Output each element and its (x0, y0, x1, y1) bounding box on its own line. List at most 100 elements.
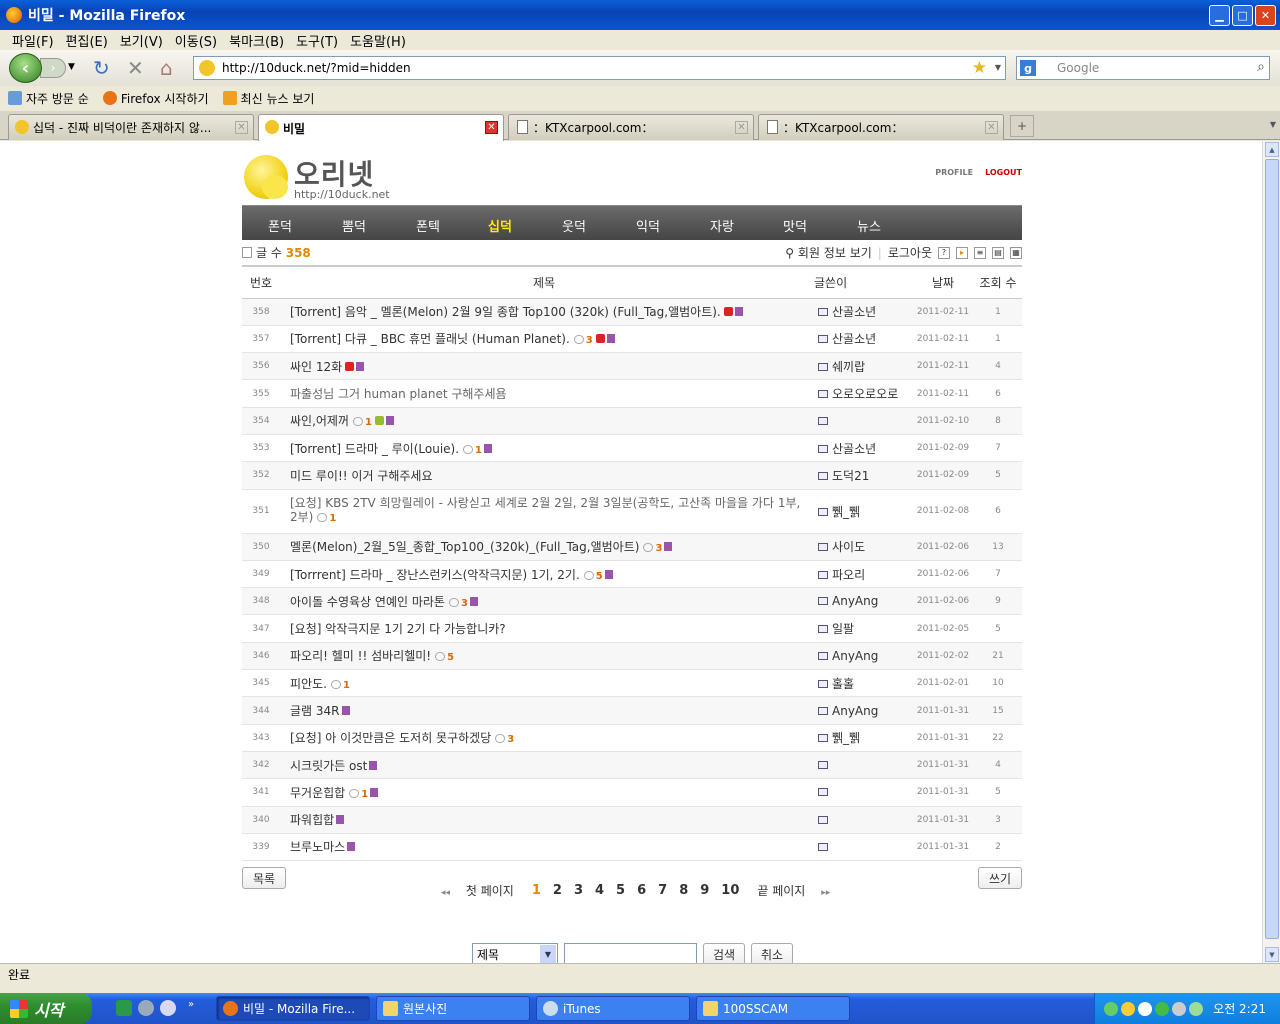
gnb-item-7[interactable]: 자랑 (710, 216, 734, 235)
post-subject-link[interactable]: 싸인,어제꺼 (290, 414, 349, 428)
first-page-link[interactable]: ◂◂ 첫 페이지 (435, 882, 520, 899)
quicklaunch-ie-icon[interactable] (138, 1000, 154, 1016)
table-row[interactable]: 346 파오리! 헬미 !! 섬바리헬미! 5 AnyAng 2011-02-02 21 (242, 642, 1022, 671)
taskbar-item-firefox[interactable]: 비밀 - Mozilla Fire... (216, 996, 370, 1021)
post-subject-link[interactable]: 미드 루이!! 이거 구해주세요 (290, 469, 433, 483)
bookmark-latest-news[interactable]: 최신 뉴스 보기 (222, 90, 314, 107)
list-button[interactable]: 목록 (242, 867, 286, 889)
tab-close-icon[interactable]: ✕ (735, 121, 748, 134)
tray-volume-icon[interactable] (1138, 1001, 1153, 1016)
post-author[interactable]: 산골소년 (832, 442, 876, 456)
table-row[interactable]: 343 [요청] 아 이것만큼은 도저히 못구하겠당 3 쀍_쀍 2011-01-31 2… (242, 724, 1022, 752)
bookmark-getting-started[interactable]: Firefox 시작하기 (102, 90, 209, 107)
taskbar-item-folder-photos[interactable]: 원본사진 (376, 996, 530, 1021)
page-9[interactable]: 9 (700, 883, 709, 898)
gallery-view-icon[interactable]: ▦ (1010, 246, 1022, 259)
logout-kr-link[interactable]: 로그아웃 (888, 244, 932, 261)
post-author[interactable]: 쉐끼랍 (832, 360, 865, 374)
post-author[interactable]: 도덕21 (832, 469, 869, 483)
url-dropdown-icon[interactable]: ▼ (995, 63, 1001, 72)
post-author[interactable]: 산골소년 (832, 305, 876, 319)
url-bar[interactable]: http://10duck.net/?mid=hidden ★ ▼ (193, 56, 1006, 80)
member-info-link[interactable]: ⚲ 회원 정보 보기 (785, 244, 872, 261)
cancel-button[interactable]: 취소 (751, 943, 793, 963)
post-author[interactable]: 쀍_쀍 (832, 505, 860, 519)
taskbar-item-itunes[interactable]: iTunes (536, 996, 690, 1021)
post-author[interactable]: AnyAng (832, 704, 878, 718)
col-number[interactable]: 번호 (242, 265, 280, 299)
table-row[interactable]: 349 [Torrrent] 드라마 _ 장난스런키스(악작극지문) 1기, 2기… (242, 560, 1022, 589)
col-hits[interactable]: 조회 수 (974, 265, 1022, 299)
stop-icon[interactable]: ✕ (127, 56, 144, 80)
post-subject-link[interactable]: 아이돌 수영육상 연예인 마라톤 (290, 595, 445, 609)
post-author[interactable]: 산골소년 (832, 332, 876, 346)
tab-close-icon[interactable]: ✕ (485, 121, 498, 134)
post-subject-link[interactable]: 파워힙합 (290, 813, 334, 827)
tray-app-icon[interactable] (1155, 1001, 1170, 1016)
table-row[interactable]: 354 싸인,어제꺼 1 2011-02-10 8 (242, 407, 1022, 435)
gnb-item-3[interactable]: 폰텍 (416, 216, 440, 235)
menu-file[interactable]: 파일(F) (6, 31, 60, 50)
table-row[interactable]: 348 아이돌 수영육상 연예인 마라톤 3 AnyAng 2011-02-06 9 (242, 587, 1022, 616)
post-subject-link[interactable]: 무거운힙합 (290, 786, 345, 800)
post-author[interactable]: 쀍_쀍 (832, 731, 860, 745)
menu-edit[interactable]: 편집(E) (60, 31, 114, 50)
table-row[interactable]: 347 [요청] 악작극지문 1기 2기 다 가능합니카? 일팔 2011-02-05… (242, 614, 1022, 643)
tab-ktxcarpool-2[interactable]: ：KTXcarpool.com： ✕ (758, 114, 1004, 140)
post-subject-link[interactable]: 싸인 12화 (290, 360, 342, 374)
gnb-item-9[interactable]: 뉴스 (857, 216, 881, 235)
tray-misc-icon[interactable] (1172, 1001, 1187, 1016)
quicklaunch-expand-icon[interactable]: » (188, 999, 194, 1010)
logout-link[interactable]: LOGOUT (985, 168, 1022, 177)
history-dropdown-icon[interactable]: ▼ (68, 62, 75, 72)
last-page-link[interactable]: 끝 페이지 ▸▸ (751, 882, 836, 899)
back-button[interactable]: ‹ (9, 53, 42, 83)
post-subject-link[interactable]: [요청] KBS 2TV 희망릴레이 - 사랑싣고 세계로 2월 2일, 2월 … (290, 496, 800, 524)
start-button[interactable]: 시작 (0, 993, 92, 1024)
maximize-button[interactable]: □ (1232, 5, 1253, 26)
post-subject-link[interactable]: 브루노마스 (290, 840, 345, 854)
menu-bookmarks[interactable]: 북마크(B) (223, 31, 290, 50)
web-view-icon[interactable]: ▤ (992, 246, 1004, 259)
google-icon[interactable]: g (1020, 60, 1036, 76)
bookmark-star-icon[interactable]: ★ (972, 58, 987, 78)
table-row[interactable]: 344 글램 34R AnyAng 2011-01-31 15 (242, 696, 1022, 725)
search-keyword-input[interactable] (564, 943, 697, 963)
table-row[interactable]: 350 멜론(Melon)_2월_5일_종합_Top100_(320k)_(Ful… (242, 533, 1022, 561)
post-subject-link[interactable]: 파오리! 헬미 !! 섬바리헬미! (290, 649, 431, 663)
tab-close-icon[interactable]: ✕ (235, 121, 248, 134)
page-2[interactable]: 2 (553, 883, 562, 898)
page-6[interactable]: 6 (637, 883, 646, 898)
site-logo[interactable]: 오리넷 http://10duck.net (242, 153, 390, 203)
write-button[interactable]: 쓰기 (978, 867, 1022, 889)
tab-secret[interactable]: 비밀 ✕ (258, 114, 504, 141)
page-7[interactable]: 7 (658, 883, 667, 898)
post-subject-link[interactable]: 피안도. (290, 677, 327, 691)
post-subject-link[interactable]: [Torrent] 드라마 _ 루이(Louie). (290, 442, 459, 456)
post-subject-link[interactable]: [요청] 아 이것만큼은 도저히 못구하겠당 (290, 731, 491, 745)
list-view-icon[interactable]: ≡ (974, 246, 986, 259)
gnb-item-5[interactable]: 웃덕 (562, 216, 586, 235)
col-subject[interactable]: 제목 (280, 265, 808, 299)
page-4[interactable]: 4 (595, 883, 604, 898)
tray-update-icon[interactable] (1189, 1001, 1204, 1016)
new-tab-button[interactable]: + (1010, 115, 1034, 137)
post-author[interactable]: 오로오로오로 (832, 387, 898, 401)
gnb-item-1[interactable]: 폰덕 (268, 216, 292, 235)
gnb-item-8[interactable]: 맛덕 (783, 216, 807, 235)
table-row[interactable]: 356 싸인 12화 쉐끼랍 2011-02-11 4 (242, 352, 1022, 381)
tab-list-icon[interactable]: ▼ (1270, 120, 1276, 129)
table-row[interactable]: 352 미드 루이!! 이거 구해주세요 도덕21 2011-02-09 5 (242, 461, 1022, 490)
tray-network-icon[interactable] (1104, 1001, 1119, 1016)
help-icon[interactable]: ? (938, 246, 950, 259)
reload-icon[interactable]: ↻ (93, 56, 110, 80)
menu-help[interactable]: 도움말(H) (344, 31, 412, 50)
page-5[interactable]: 5 (616, 883, 625, 898)
gnb-item-4[interactable]: 십덕 (488, 216, 512, 235)
post-subject-link[interactable]: 시크릿가든 ost (290, 759, 367, 773)
post-subject-link[interactable]: 멜론(Melon)_2월_5일_종합_Top100_(320k)_(Full_T… (290, 540, 639, 554)
table-row[interactable]: 353 [Torrent] 드라마 _ 루이(Louie). 1 산골소년 2011-0… (242, 434, 1022, 463)
tab-ktxcarpool-1[interactable]: ：KTXcarpool.com： ✕ (508, 114, 754, 140)
table-row[interactable]: 345 피안도. 1 홀홀 2011-02-01 10 (242, 669, 1022, 698)
gnb-item-6[interactable]: 익덕 (636, 216, 660, 235)
